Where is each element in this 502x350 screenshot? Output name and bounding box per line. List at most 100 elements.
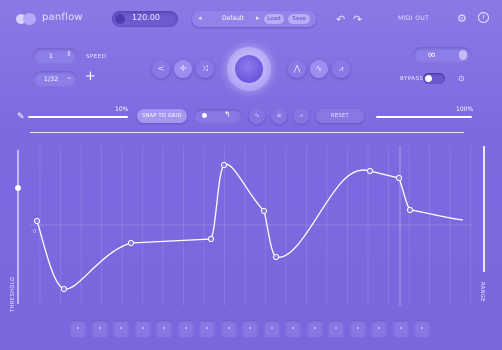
sync-icon[interactable]: ⊙ (458, 74, 465, 83)
save-button[interactable]: Save (288, 14, 310, 24)
saw-wave-icon[interactable]: ⩘ (332, 60, 350, 78)
threshold-handle[interactable] (15, 185, 21, 191)
preset-name[interactable]: Default (222, 15, 244, 22)
step-button[interactable] (156, 320, 172, 336)
step-sequencer (70, 320, 432, 336)
step-button[interactable] (242, 320, 258, 336)
feather-icon: ✎ (17, 112, 25, 122)
sync-icon (115, 14, 125, 24)
bypass-toggle[interactable] (423, 73, 445, 84)
reset-button[interactable]: RESET (316, 109, 364, 123)
step-dot (163, 327, 165, 329)
step-dot (378, 327, 380, 329)
bpm-value: 120.00 (132, 13, 160, 22)
range-label: RANGE (479, 282, 485, 302)
curve-point[interactable] (272, 253, 280, 261)
rate-select[interactable]: 1 ⇕ (33, 48, 77, 64)
step-button[interactable] (371, 320, 387, 336)
step-button[interactable] (177, 320, 194, 336)
step-dot (227, 327, 230, 329)
division-select[interactable]: 1/32 ⌄ (33, 71, 77, 87)
max-percent: 100% (456, 106, 474, 113)
curve-point[interactable] (60, 285, 68, 293)
logo-icon (16, 13, 38, 25)
next-preset-icon[interactable]: ▸ (256, 14, 260, 22)
list-tool-icon[interactable]: ≡ (271, 108, 287, 124)
speed-label: SPEED (86, 54, 107, 60)
gear-icon[interactable]: ⚙ (457, 12, 467, 25)
step-button[interactable] (91, 320, 108, 336)
step-dot (98, 327, 101, 329)
toggle-thumb (425, 75, 432, 82)
curve-point[interactable] (127, 239, 135, 247)
step-button[interactable] (134, 320, 151, 336)
infinity-icon: ∞ (427, 48, 437, 61)
bpm-field[interactable]: 120.00 (112, 11, 178, 27)
curve-point[interactable] (207, 235, 215, 243)
curve-point[interactable] (260, 207, 268, 215)
step-button[interactable] (113, 320, 129, 336)
step-button[interactable] (70, 320, 86, 336)
curve-point[interactable] (33, 217, 41, 225)
info-icon[interactable]: i (478, 12, 489, 23)
loop-toggle-indicator (459, 50, 467, 60)
draw-tool-group: ↰ (194, 109, 242, 123)
app-name: panflow (42, 12, 83, 23)
wave-tool-icon[interactable]: ∿ (249, 108, 265, 124)
step-button[interactable] (306, 320, 323, 336)
step-dot (421, 327, 423, 329)
step-dot (141, 327, 144, 329)
shuffle-icon[interactable]: ⤨ (196, 60, 214, 78)
step-button[interactable] (328, 320, 344, 336)
division-value: 1/32 (43, 75, 59, 83)
prev-preset-icon[interactable]: ◂ (198, 14, 202, 22)
step-dot (249, 327, 251, 329)
midi-out-button[interactable]: MIDI OUT (398, 15, 429, 22)
preset-selector: ◂ Default ▸ Load Save (192, 11, 316, 27)
sawtooth-tool-icon[interactable]: ⩘ (293, 108, 309, 124)
step-dot (206, 327, 208, 329)
step-dot (120, 327, 122, 329)
loop-button[interactable]: ∞ (413, 47, 471, 63)
min-range-slider[interactable] (28, 116, 128, 118)
redo-icon[interactable]: ↷ (353, 13, 362, 26)
sine-wave-icon[interactable]: ∿ (310, 60, 328, 78)
chevron-down-icon: ⌄ (66, 73, 72, 81)
curve-point[interactable] (406, 206, 414, 214)
point-tool-icon[interactable] (202, 113, 207, 118)
step-dot (184, 327, 187, 329)
share-icon[interactable]: < (152, 60, 170, 78)
undo-icon[interactable]: ↶ (336, 13, 345, 26)
bypass-label: BYPASS (400, 76, 424, 82)
range-slider[interactable] (483, 146, 485, 272)
snap-to-grid-button[interactable]: SNAP TO GRID (137, 109, 187, 123)
min-percent: 10% (115, 106, 129, 113)
envelope-curve[interactable] (36, 163, 464, 290)
step-button[interactable] (392, 320, 409, 336)
triangle-wave-icon[interactable]: ⋀ (288, 60, 306, 78)
threshold-label: THRESHOLD (10, 276, 16, 312)
load-button[interactable]: Load (264, 14, 284, 24)
curve-point[interactable] (366, 167, 374, 175)
envelope-graph[interactable]: 0 (0, 138, 502, 316)
step-dot (335, 327, 337, 329)
step-dot (292, 327, 294, 329)
chevron-updown-icon: ⇕ (66, 50, 72, 58)
step-dot (313, 327, 316, 329)
curve-point[interactable] (220, 161, 228, 169)
rate-value: 1 (48, 52, 54, 60)
max-range-slider[interactable] (376, 116, 472, 118)
curve-point[interactable] (395, 174, 403, 182)
curve-tool-icon[interactable]: ↰ (224, 110, 231, 119)
threshold-slider[interactable] (15, 150, 21, 304)
step-button[interactable] (414, 320, 430, 336)
step-button[interactable] (263, 320, 280, 336)
step-button[interactable] (285, 320, 301, 336)
step-button[interactable] (349, 320, 366, 336)
step-button[interactable] (220, 320, 237, 336)
crosshair-icon[interactable]: ✛ (174, 60, 192, 78)
add-icon[interactable]: + (85, 69, 96, 84)
step-button[interactable] (199, 320, 215, 336)
min-tick-label: 0 (33, 229, 36, 235)
depth-knob-center (235, 55, 263, 83)
